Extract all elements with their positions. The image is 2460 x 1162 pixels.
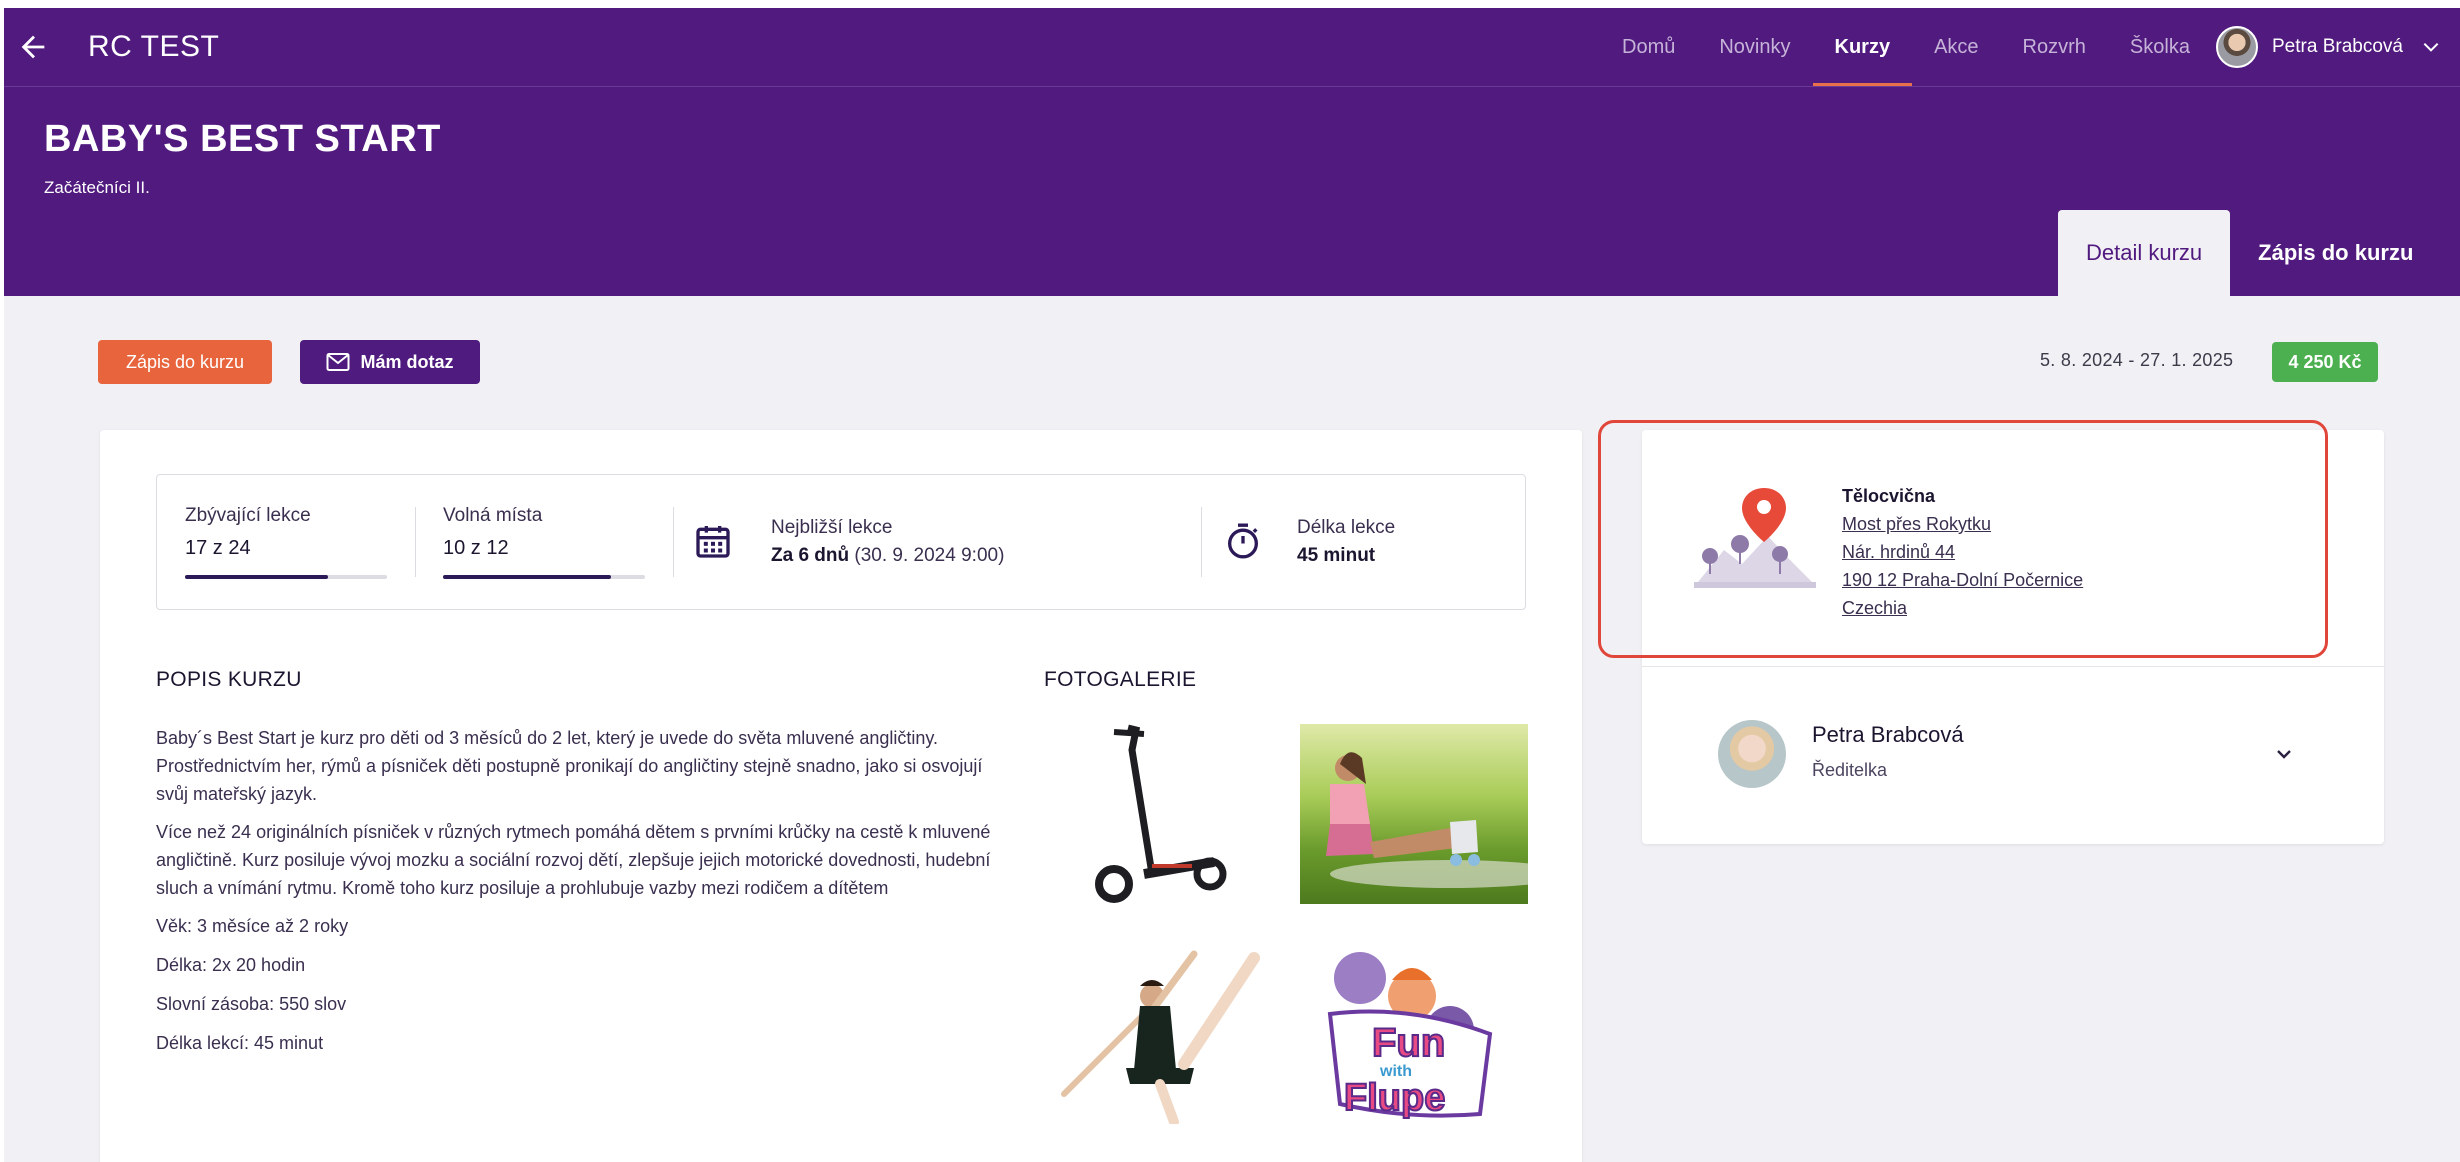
progress-bar [185, 575, 387, 579]
description-line: Slovní zásoba: 550 slov [156, 994, 347, 1014]
stopwatch-icon [1228, 523, 1258, 559]
mail-icon [326, 353, 350, 371]
stat-label: Délka lekce [1297, 517, 1396, 538]
stat-free-places: Volná místa 10 z 12 [443, 475, 653, 611]
avatar [2216, 26, 2258, 68]
gallery-image-scooter[interactable] [1044, 724, 1272, 904]
next-lesson-date: (30. 9. 2024 9:00) [854, 545, 1005, 566]
progress-bar [443, 575, 645, 579]
ask-question-label: Mám dotaz [360, 351, 454, 372]
stat-label: Zbývající lekce [185, 505, 311, 526]
gallery-image-rollerskates[interactable] [1300, 724, 1528, 904]
user-name: Petra Brabcová [2272, 36, 2403, 57]
ballet-image [1061, 950, 1260, 1124]
description-paragraph: Baby´s Best Start je kurz pro děti od 3 … [156, 728, 983, 804]
description-line: Délka lekcí: 45 minut [156, 1033, 324, 1053]
contact-person-name: Petra Brabcová [1812, 722, 1964, 747]
rollerskates-image [1326, 752, 1528, 888]
chevron-down-icon [2423, 42, 2439, 52]
calendar-icon [696, 526, 730, 558]
fun-with-flupe-logo: Fun with Flupe [1327, 952, 1493, 1120]
stat-value: 10 z 12 [443, 537, 509, 559]
nav-item-akce[interactable]: Akce [1912, 8, 2000, 86]
contact-person-role: Ředitelka [1812, 760, 1888, 780]
page-title: BABY'S BEST START [44, 118, 441, 160]
app-title: RC TEST [88, 30, 220, 63]
nav-item-kurzy[interactable]: Kurzy [1812, 8, 1913, 86]
course-description: Baby´s Best Start je kurz pro děti od 3 … [156, 724, 1006, 1068]
nav-item-novinky[interactable]: Novinky [1697, 8, 1812, 86]
logo-text-fun: Fun [1372, 1021, 1445, 1065]
location-highlight-box [1598, 420, 2328, 658]
stat-remaining-lessons: Zbývající lekce 17 z 24 [185, 475, 395, 611]
gallery-image-ballet[interactable] [1044, 944, 1272, 1124]
avatar [1718, 720, 1786, 788]
photo-gallery: Fun with Flupe [1044, 724, 1528, 1124]
back-arrow-icon[interactable] [16, 30, 50, 64]
stat-value: 45 minut [1297, 545, 1376, 566]
ask-question-button[interactable]: Mám dotaz [300, 340, 480, 384]
nav-item-rozvrh[interactable]: Rozvrh [2001, 8, 2108, 86]
description-line: Věk: 3 měsíce až 2 roky [156, 916, 349, 936]
gallery-image-fun-with-flupe[interactable]: Fun with Flupe [1300, 944, 1528, 1124]
scooter-image [1095, 724, 1227, 903]
course-detail-card: Zbývající lekce 17 z 24 Volná místa 10 z… [100, 430, 1582, 1162]
app-frame: RC TEST Domů Novinky Kurzy Akce Rozvrh Š… [4, 8, 2460, 1162]
stat-next-lesson: Nejbližší lekce Za 6 dnů (30. 9. 2024 9:… [771, 475, 1171, 611]
user-menu[interactable]: Petra Brabcová [2216, 26, 2441, 68]
nav-item-domu[interactable]: Domů [1600, 8, 1697, 86]
description-heading: POPIS KURZU [156, 668, 302, 691]
course-stats: Zbývající lekce 17 z 24 Volná místa 10 z… [156, 474, 1526, 610]
nav-item-skolka[interactable]: Školka [2108, 8, 2212, 86]
stat-value: 17 z 24 [185, 537, 251, 559]
tab-detail-kurzu[interactable]: Detail kurzu [2058, 210, 2231, 296]
description-paragraph: Více než 24 originálních písniček v různ… [156, 822, 991, 898]
description-line: Délka: 2x 20 hodin [156, 955, 306, 975]
tab-zapis-do-kurzu[interactable]: Zápis do kurzu [2230, 210, 2441, 296]
course-tabs: Detail kurzu Zápis do kurzu [2058, 210, 2441, 296]
logo-text-flupe: Flupe [1344, 1077, 1445, 1119]
enroll-button[interactable]: Zápis do kurzu [98, 340, 272, 384]
page-subtitle: Začátečníci II. [44, 178, 150, 197]
stat-value: Za 6 dnů (30. 9. 2024 9:00) [771, 545, 1004, 567]
stat-lesson-length: Délka lekce 45 minut [1297, 475, 1497, 611]
chevron-down-icon[interactable] [2272, 742, 2296, 766]
next-lesson-relative: Za 6 dnů [771, 545, 850, 566]
gallery-heading: FOTOGALERIE [1044, 668, 1197, 691]
date-range: 5. 8. 2024 - 27. 1. 2025 [2040, 350, 2234, 370]
price-badge: 4 250 Kč [2272, 342, 2378, 382]
stat-label: Volná místa [443, 505, 543, 526]
main-nav: Domů Novinky Kurzy Akce Rozvrh Školka [1600, 8, 2212, 86]
stat-label: Nejbližší lekce [771, 517, 893, 538]
